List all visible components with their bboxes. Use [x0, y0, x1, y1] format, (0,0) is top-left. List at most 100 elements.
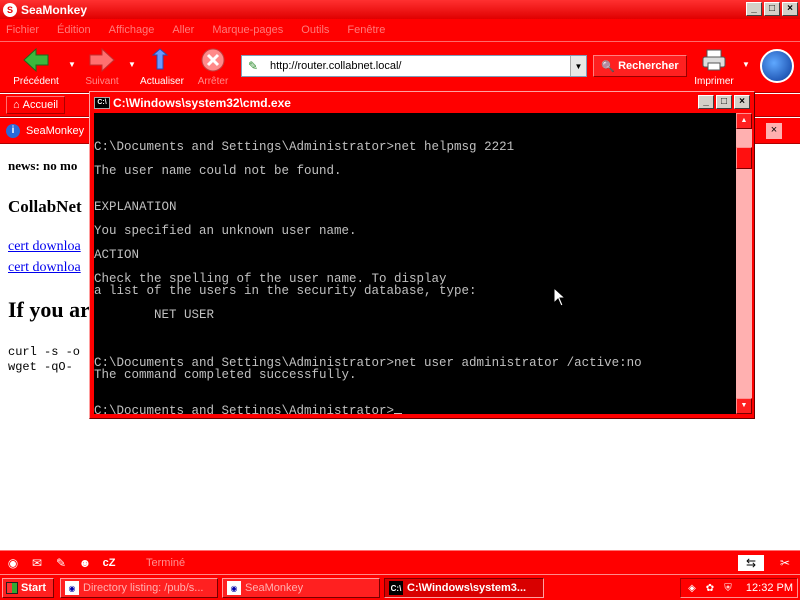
page-icon: ✎ — [248, 59, 259, 73]
tab-label: SeaMonkey — [26, 124, 85, 137]
cert-download-link-1[interactable]: cert downloa — [8, 239, 81, 255]
composer-icon[interactable]: ✎ — [52, 555, 70, 571]
cmd-titlebar[interactable]: C:\ C:\Windows\system32\cmd.exe _ □ × — [92, 94, 752, 111]
cmd-maximize-button[interactable]: □ — [716, 95, 732, 109]
start-button[interactable]: Start — [2, 578, 54, 598]
start-label: Start — [21, 582, 47, 594]
close-tab-icon[interactable]: × — [766, 123, 782, 139]
print-dropdown-icon[interactable]: ▼ — [742, 60, 750, 69]
url-field[interactable]: ✎ http://router.collabnet.local/ ▼ — [241, 55, 587, 77]
menu-file[interactable]: Fichier — [6, 24, 39, 36]
console-line: C:\Documents and Settings\Administrator> — [94, 405, 736, 414]
seamonkey-app-icon: S — [3, 2, 17, 17]
reload-icon — [148, 46, 176, 74]
console-line: NET USER — [94, 308, 215, 322]
tab-seamonkey[interactable]: i SeaMonkey — [6, 123, 85, 138]
connection-icon[interactable]: ⇆ — [738, 554, 764, 571]
back-button[interactable]: Précédent — [6, 46, 66, 87]
seamonkey-logo[interactable] — [760, 49, 794, 83]
cert-download-link-2[interactable]: cert downloa — [8, 260, 81, 276]
clock: 12:32 PM — [745, 582, 793, 594]
seamonkey-task-icon: ◉ — [227, 581, 241, 595]
stop-icon — [199, 46, 227, 74]
forward-arrow-icon — [88, 46, 116, 74]
seamonkey-task-icon: ◉ — [65, 581, 79, 595]
menu-view[interactable]: Affichage — [109, 24, 155, 36]
scroll-up-icon[interactable]: ▲ — [736, 113, 752, 129]
news-text: news: no mo — [8, 158, 78, 173]
menu-go[interactable]: Aller — [172, 24, 194, 36]
forward-label: Suivant — [85, 76, 119, 87]
code-line-wget: wget -qO- — [8, 360, 73, 374]
console-line: The command completed successfully. — [94, 368, 357, 382]
info-icon: i — [6, 123, 20, 138]
menu-tools[interactable]: Outils — [301, 24, 329, 36]
task-cmd[interactable]: C:\ C:\Windows\system3... — [384, 578, 544, 598]
url-dropdown-icon[interactable]: ▼ — [570, 56, 586, 76]
print-button[interactable]: Imprimer — [684, 46, 744, 87]
console-line: The user name could not be found. — [94, 164, 342, 178]
cmd-window-controls: _ □ × — [698, 95, 750, 109]
task-label: C:\Windows\system3... — [407, 582, 527, 594]
cmd-task-icon: C:\ — [389, 581, 403, 595]
bookmark-home[interactable]: ⌂ Accueil — [6, 96, 66, 114]
console-line: a list of the users in the security data… — [94, 284, 477, 298]
cmd-title: C:\Windows\system32\cmd.exe — [113, 95, 291, 110]
shield-icon[interactable]: ⛨ — [721, 581, 735, 595]
print-label: Imprimer — [694, 76, 734, 87]
task-label: Directory listing: /pub/s... — [83, 582, 204, 594]
menu-edit[interactable]: Édition — [57, 24, 91, 36]
console-scrollbar[interactable]: ▲ ▼ — [736, 113, 752, 414]
bookmark-home-label: Accueil — [22, 99, 59, 111]
stop-label: Arrêter — [197, 76, 229, 87]
cmd-minimize-button[interactable]: _ — [698, 95, 714, 109]
chat-icon[interactable]: ☻ — [76, 555, 94, 571]
forward-button[interactable]: Suivant — [72, 46, 132, 87]
browser-icon[interactable]: ◉ — [4, 555, 22, 571]
security-icon: ✂ — [779, 555, 791, 570]
network-icon[interactable]: ◈ — [685, 581, 699, 595]
cmd-close-button[interactable]: × — [734, 95, 750, 109]
window-title: SeaMonkey — [21, 2, 88, 17]
minimize-button[interactable]: _ — [746, 2, 762, 16]
status-text: Terminé — [146, 556, 186, 569]
mouse-pointer-icon — [553, 287, 567, 307]
console-line: You specified an unknown user name. — [94, 224, 357, 238]
seamonkey-titlebar: S SeaMonkey _ □ × — [0, 0, 800, 19]
taskbar: Start ◉ Directory listing: /pub/s... ◉ S… — [0, 574, 800, 600]
cmd-icon: C:\ — [94, 96, 110, 109]
url-text: http://router.collabnet.local/ — [270, 60, 402, 72]
reload-label: Actualiser — [140, 76, 184, 87]
windows-logo-icon — [6, 582, 18, 594]
maximize-button[interactable]: □ — [764, 2, 780, 16]
chatzilla-icon[interactable]: cZ — [100, 555, 118, 571]
navigation-toolbar: Précédent ▼ Suivant ▼ Actualiser Arrêter… — [0, 41, 800, 93]
scroll-thumb[interactable] — [736, 147, 752, 169]
code-line-curl: curl -s -o — [8, 345, 81, 359]
close-button[interactable]: × — [782, 2, 798, 16]
console-line: ACTION — [94, 248, 140, 262]
window-controls: _ □ × — [746, 2, 798, 16]
scroll-down-icon[interactable]: ▼ — [736, 398, 752, 414]
search-button[interactable]: 🔍 Rechercher — [593, 55, 687, 77]
stop-button[interactable]: Arrêter — [183, 46, 243, 87]
mail-icon[interactable]: ✉ — [28, 555, 46, 571]
search-icon: 🔍 — [601, 60, 616, 73]
printer-icon — [700, 46, 728, 74]
back-label: Précédent — [13, 76, 59, 87]
menu-bookmarks[interactable]: Marque-pages — [212, 24, 283, 36]
update-icon[interactable]: ✿ — [703, 581, 717, 595]
task-directory-listing[interactable]: ◉ Directory listing: /pub/s... — [60, 578, 218, 598]
menu-window[interactable]: Fenêtre — [347, 24, 385, 36]
console-output[interactable]: C:\Documents and Settings\Administrator>… — [94, 113, 736, 414]
text-cursor — [394, 413, 403, 414]
task-seamonkey[interactable]: ◉ SeaMonkey — [222, 578, 380, 598]
system-tray: ◈ ✿ ⛨ 12:32 PM — [680, 578, 798, 598]
